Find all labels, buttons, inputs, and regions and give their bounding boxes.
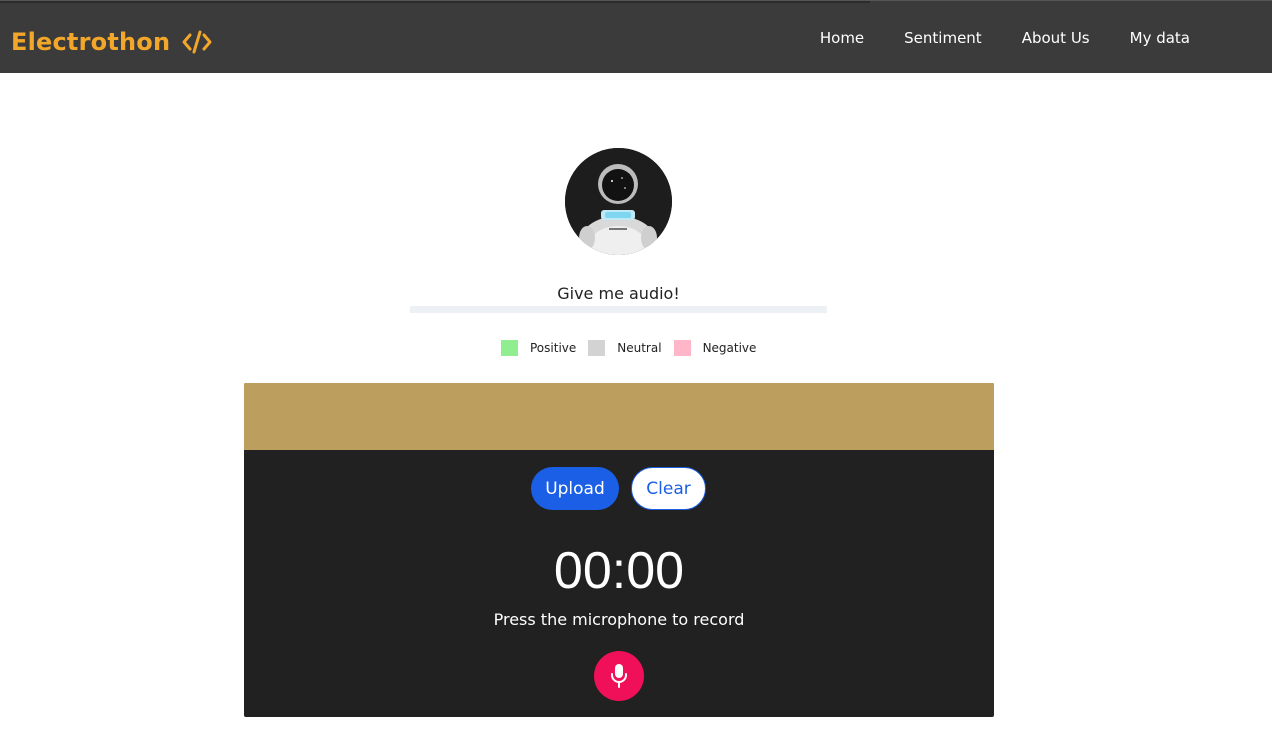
legend-swatch-negative	[673, 340, 691, 356]
record-timer: 00:00	[553, 542, 685, 600]
brand-name: Electrothon	[11, 28, 171, 56]
record-microphone-button[interactable]	[594, 651, 644, 701]
record-hint: Press the microphone to record	[493, 610, 745, 629]
upload-button[interactable]: Upload	[531, 467, 619, 510]
legend-item-positive: Positive	[501, 340, 576, 356]
clear-button[interactable]: Clear	[631, 467, 706, 510]
legend-label-negative: Negative	[702, 341, 757, 355]
nav-link-my-data[interactable]: My data	[1130, 29, 1190, 47]
waveform-band	[244, 383, 994, 450]
astronaut-avatar	[565, 148, 672, 255]
brand-logo[interactable]: Electrothon	[11, 25, 212, 59]
astronaut-avatar-image	[565, 148, 672, 255]
legend-swatch-positive	[501, 340, 518, 356]
legend-swatch-neutral	[588, 340, 606, 356]
nav-link-about-us[interactable]: About Us	[1022, 29, 1090, 47]
nav-link-sentiment[interactable]: Sentiment	[904, 29, 982, 47]
prompt-text: Give me audio!	[557, 284, 680, 303]
sentiment-legend: Positive Neutral Negative	[501, 340, 768, 356]
microphone-icon	[611, 664, 627, 688]
legend-item-negative: Negative	[673, 340, 757, 356]
audio-recorder-panel: Upload Clear 00:00 Press the microphone …	[244, 383, 994, 717]
prompt-bar	[410, 306, 827, 313]
code-icon	[182, 30, 212, 54]
nav-links: Home Sentiment About Us My data	[780, 29, 1190, 47]
legend-label-neutral: Neutral	[617, 341, 662, 355]
navbar: Electrothon Home Sentiment About Us My d…	[0, 0, 1272, 73]
nav-link-home[interactable]: Home	[820, 29, 864, 47]
legend-item-neutral: Neutral	[588, 340, 662, 356]
navbar-top-line	[0, 1, 870, 3]
legend-label-positive: Positive	[530, 341, 577, 355]
